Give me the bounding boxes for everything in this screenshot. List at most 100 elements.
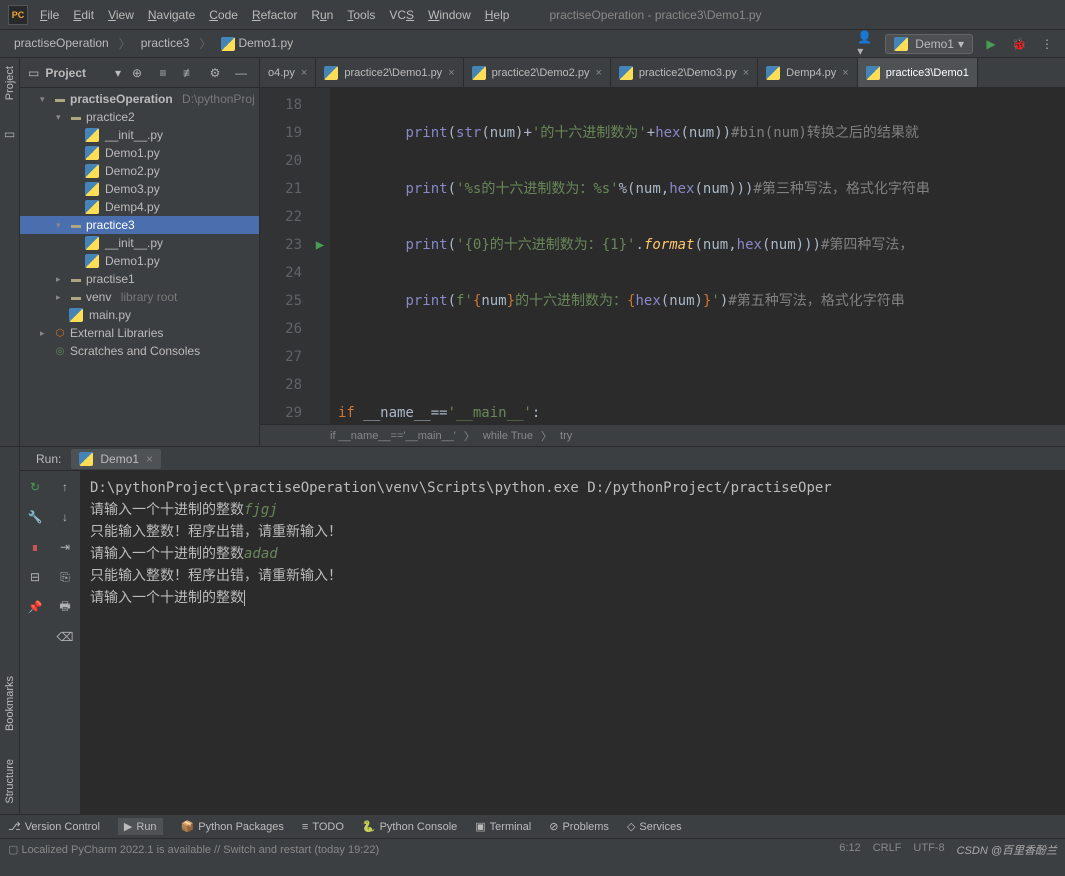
close-icon[interactable]: × — [595, 67, 601, 79]
debug-button-icon[interactable]: 🐞 — [1009, 34, 1029, 54]
close-icon[interactable]: × — [448, 67, 454, 79]
pin-icon[interactable]: 📌 — [25, 597, 45, 617]
editor-tab[interactable]: o4.py× — [260, 58, 316, 87]
print-icon[interactable]: 🖶 — [55, 597, 75, 617]
folder-icon[interactable]: ▭ — [0, 124, 20, 144]
run-toolbar-secondary: ↑ ↓ ⇥ ⎘ 🖶 ⌫ — [50, 471, 80, 814]
run-config-selector[interactable]: Demo1 ▾ — [885, 34, 973, 54]
tree-file[interactable]: Demo3.py — [20, 180, 259, 198]
bottom-problems[interactable]: ⊘Problems — [549, 820, 609, 833]
sidebar-tab-bookmarks[interactable]: Bookmarks — [2, 672, 18, 735]
tree-external-libraries[interactable]: ▸⬡External Libraries — [20, 324, 259, 342]
gear-icon[interactable]: ⚙ — [205, 63, 225, 83]
sidebar-tab-project[interactable]: Project — [2, 62, 18, 104]
project-panel-title: Project — [45, 66, 109, 80]
console-output[interactable]: D:\pythonProject\practiseOperation\venv\… — [80, 471, 1065, 814]
code-content[interactable]: print(str(num)+'的十六进制数为'+hex(num))#bin(n… — [330, 88, 1065, 424]
tree-file[interactable]: __init__.py — [20, 234, 259, 252]
run-button-icon[interactable]: ▶ — [981, 34, 1001, 54]
tree-file[interactable]: main.py — [20, 306, 259, 324]
run-tab-active[interactable]: Demo1 × — [71, 449, 161, 469]
tree-file[interactable]: Demo1.py — [20, 252, 259, 270]
tree-folder-practice2[interactable]: ▾▬practice2 — [20, 108, 259, 126]
target-icon[interactable]: ⊕ — [127, 63, 147, 83]
tree-folder-practice3[interactable]: ▾▬practice3 — [20, 216, 259, 234]
python-file-icon — [866, 66, 880, 80]
editor-crumb[interactable]: try — [560, 430, 572, 442]
python-file-icon — [69, 308, 83, 322]
tree-file[interactable]: Demo1.py — [20, 144, 259, 162]
collapse-icon[interactable]: ≡ — [153, 63, 173, 83]
python-file-icon — [894, 37, 908, 51]
clear-icon[interactable]: ⌫ — [55, 627, 75, 647]
bottom-run[interactable]: ▶Run — [118, 818, 163, 835]
expand-icon[interactable]: ≢ — [179, 63, 199, 83]
editor-tab[interactable]: practice2\Demo3.py× — [611, 58, 758, 87]
down-arrow-icon[interactable]: ↓ — [55, 507, 75, 527]
menu-window[interactable]: Window — [428, 8, 471, 22]
menu-vcs[interactable]: VCS — [389, 8, 414, 22]
bottom-python-packages[interactable]: 📦Python Packages — [181, 820, 284, 833]
crumb-root[interactable]: practiseOperation — [8, 34, 115, 52]
menu-run[interactable]: Run — [311, 8, 333, 22]
status-message[interactable]: ▢ Localized PyCharm 2022.1 is available … — [8, 843, 379, 856]
editor-tab-active[interactable]: practice3\Demo1 — [858, 58, 978, 87]
tree-file[interactable]: Demp4.py — [20, 198, 259, 216]
close-icon[interactable]: × — [301, 67, 307, 79]
tree-folder-practise1[interactable]: ▸▬practise1 — [20, 270, 259, 288]
bottom-services[interactable]: ◇Services — [627, 820, 682, 833]
menu-tools[interactable]: Tools — [347, 8, 375, 22]
more-actions-icon[interactable]: ⋮ — [1037, 34, 1057, 54]
menu-help[interactable]: Help — [485, 8, 510, 22]
tree-file[interactable]: __init__.py — [20, 126, 259, 144]
menu-refactor[interactable]: Refactor — [252, 8, 297, 22]
python-file-icon — [221, 37, 235, 51]
tree-file[interactable]: Demo2.py — [20, 162, 259, 180]
scroll-icon[interactable]: ⎘ — [55, 567, 75, 587]
editor-breadcrumb: if __name__=='__main__'〉 while True〉 try — [260, 424, 1065, 446]
cursor-position[interactable]: 6:12 — [839, 842, 860, 858]
run-gutter-icon[interactable]: ▶ — [310, 231, 330, 259]
editor-crumb[interactable]: if __name__=='__main__' — [330, 430, 456, 442]
branch-icon: ⎇ — [8, 820, 21, 833]
bottom-todo[interactable]: ≡TODO — [302, 821, 344, 833]
folder-icon: ▬ — [69, 272, 83, 286]
editor-crumb[interactable]: while True — [483, 430, 533, 442]
line-separator[interactable]: CRLF — [873, 842, 902, 858]
file-encoding[interactable]: UTF-8 — [913, 842, 944, 858]
stop-icon[interactable]: ∎ — [25, 537, 45, 557]
menu-navigate[interactable]: Navigate — [148, 8, 195, 22]
folder-icon: ▬ — [69, 290, 83, 304]
main-area: Project ▭ ▭ Project ▾ ⊕ ≡ ≢ ⚙ — ▾▬practi… — [0, 58, 1065, 446]
tree-scratches[interactable]: ◎Scratches and Consoles — [20, 342, 259, 360]
bottom-python-console[interactable]: 🐍Python Console — [362, 820, 457, 833]
up-arrow-icon[interactable]: ↑ — [55, 477, 75, 497]
user-icon[interactable]: 👤▾ — [857, 34, 877, 54]
crumb-folder[interactable]: practice3 — [135, 34, 196, 52]
wrap-icon[interactable]: ⇥ — [55, 537, 75, 557]
hide-icon[interactable]: — — [231, 63, 251, 83]
crumb-file[interactable]: Demo1.py — [215, 34, 299, 53]
chevron-down-icon[interactable]: ▾ — [115, 66, 121, 80]
sidebar-tab-structure[interactable]: Structure — [2, 755, 18, 808]
editor-tab[interactable]: Demp4.py× — [758, 58, 858, 87]
menu-view[interactable]: View — [108, 8, 134, 22]
editor-tab[interactable]: practice2\Demo2.py× — [464, 58, 611, 87]
toolbar-right: 👤▾ Demo1 ▾ ▶ 🐞 ⋮ — [857, 34, 1057, 54]
tree-folder-venv[interactable]: ▸▬venv library root — [20, 288, 259, 306]
menu-file[interactable]: File — [40, 8, 59, 22]
rerun-icon[interactable]: ↻ — [25, 477, 45, 497]
close-icon[interactable]: × — [743, 67, 749, 79]
tree-root[interactable]: ▾▬practiseOperation D:\pythonProj — [20, 90, 259, 108]
menu-code[interactable]: Code — [209, 8, 238, 22]
close-icon[interactable]: × — [842, 67, 848, 79]
editor-tab[interactable]: practice2\Demo1.py× — [316, 58, 463, 87]
project-tree[interactable]: ▾▬practiseOperation D:\pythonProj ▾▬prac… — [20, 88, 259, 446]
bottom-terminal[interactable]: ▣Terminal — [475, 820, 531, 833]
bottom-version-control[interactable]: ⎇Version Control — [8, 820, 100, 833]
close-icon[interactable]: × — [146, 452, 153, 466]
layout-icon[interactable]: ⊟ — [25, 567, 45, 587]
wrench-icon[interactable]: 🔧 — [25, 507, 45, 527]
menu-edit[interactable]: Edit — [73, 8, 94, 22]
code-editor[interactable]: 181920212223242526272829 ▶ print(str(num… — [260, 88, 1065, 424]
